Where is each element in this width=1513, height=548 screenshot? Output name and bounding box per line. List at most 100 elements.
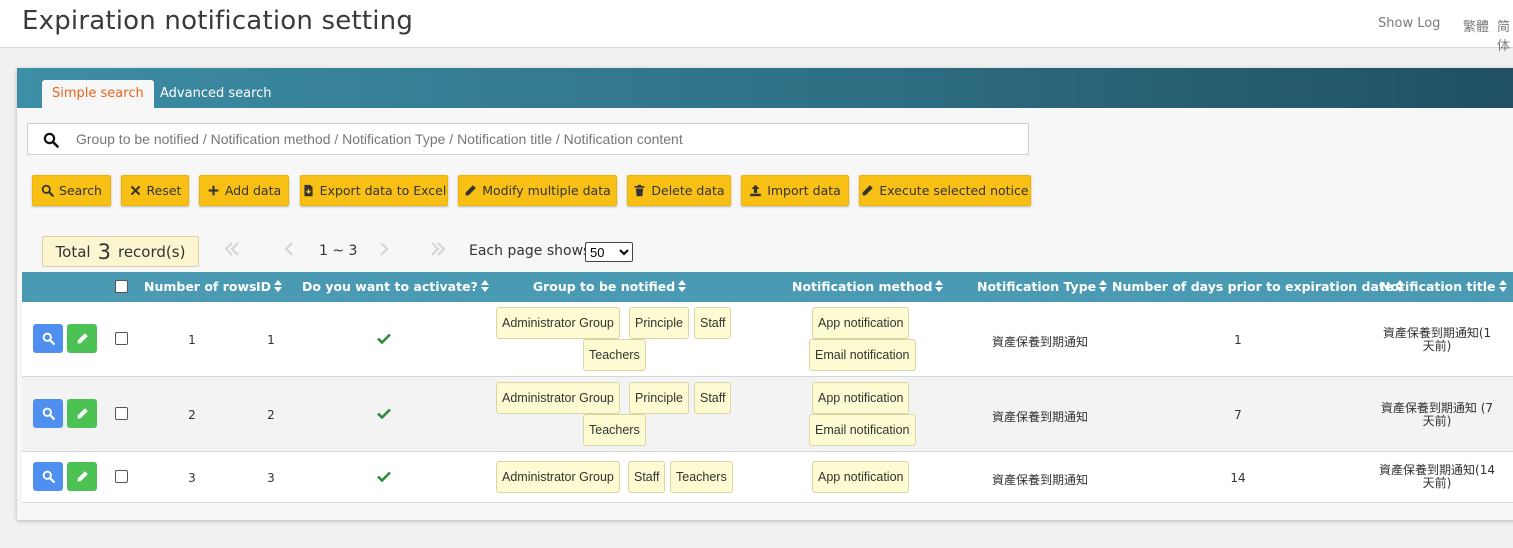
lang-traditional-link[interactable]: 繁體 bbox=[1463, 16, 1489, 35]
modify-multiple-button-label: Modify multiple data bbox=[482, 183, 611, 198]
export-excel-button[interactable]: Export data to Excel bbox=[300, 175, 448, 206]
chevron-right-icon bbox=[380, 242, 389, 256]
main-panel: Simple search Advanced search Search Res… bbox=[17, 68, 1513, 520]
pencil-icon bbox=[863, 185, 874, 196]
check-icon bbox=[377, 333, 391, 344]
tab-simple-search[interactable]: Simple search bbox=[42, 80, 154, 108]
col-header-id[interactable]: ID bbox=[252, 272, 286, 302]
total-suffix: record(s) bbox=[117, 242, 186, 261]
group-tag: Staff bbox=[694, 382, 732, 414]
page-size-select[interactable]: 50 bbox=[585, 242, 633, 262]
search-button[interactable]: Search bbox=[32, 175, 111, 206]
group-tag: Principle bbox=[629, 382, 689, 414]
x-icon bbox=[130, 185, 140, 196]
reset-button-label: Reset bbox=[146, 183, 182, 198]
group-tag: Administrator Group bbox=[496, 307, 620, 339]
last-page-button[interactable] bbox=[421, 234, 455, 264]
lang-simplified-link[interactable]: 简体 bbox=[1497, 16, 1513, 54]
col-header-row-number[interactable]: Number of rows bbox=[144, 272, 256, 302]
magnifier-icon bbox=[41, 184, 54, 197]
method-tag: App notification bbox=[812, 382, 910, 414]
group-tag: Administrator Group bbox=[496, 382, 620, 414]
reset-button[interactable]: Reset bbox=[121, 175, 189, 206]
group-tag: Principle bbox=[629, 307, 689, 339]
edit-button[interactable] bbox=[67, 462, 97, 491]
trash-icon bbox=[635, 184, 645, 197]
col-header-title[interactable]: Notification title bbox=[1380, 272, 1507, 302]
type-cell: 資產保養到期通知 bbox=[991, 410, 1088, 424]
search-tab-bar: Simple search Advanced search bbox=[17, 68, 1513, 108]
edit-button[interactable] bbox=[67, 399, 97, 428]
next-page-button[interactable] bbox=[367, 234, 401, 264]
magnifier-icon bbox=[42, 407, 55, 420]
group-tag: Teachers bbox=[583, 414, 646, 446]
check-icon bbox=[377, 408, 391, 419]
total-prefix: Total bbox=[55, 242, 91, 261]
pencil-icon bbox=[77, 471, 88, 482]
row-checkbox[interactable] bbox=[115, 470, 128, 483]
col-header-type[interactable]: Notification Type bbox=[977, 272, 1108, 302]
method-tag: App notification bbox=[812, 307, 910, 339]
execute-notice-button-label: Execute selected notice bbox=[879, 183, 1029, 198]
col-header-days[interactable]: Number of days prior to expiration date bbox=[1112, 272, 1405, 302]
first-page-button[interactable] bbox=[215, 234, 249, 264]
prev-page-button[interactable] bbox=[272, 234, 306, 264]
show-log-link[interactable]: Show Log bbox=[1378, 16, 1440, 31]
import-data-button[interactable]: Import data bbox=[741, 175, 849, 206]
group-tag: Teachers bbox=[583, 339, 646, 371]
col-header-group[interactable]: Group to be notified bbox=[532, 272, 687, 302]
row-number-cell: 1 bbox=[188, 333, 196, 347]
table-row: 2 2 Administrator Group Principle Staff … bbox=[22, 377, 1513, 452]
col-header-method[interactable]: Notification method bbox=[792, 272, 944, 302]
sort-icon bbox=[274, 280, 283, 292]
search-button-label: Search bbox=[59, 183, 102, 198]
col-label: Number of days prior to expiration date bbox=[1112, 279, 1394, 294]
double-chevron-right-icon bbox=[431, 242, 446, 256]
id-cell: 3 bbox=[267, 471, 275, 485]
group-tag: Staff bbox=[694, 307, 732, 339]
modify-multiple-button[interactable]: Modify multiple data bbox=[458, 175, 617, 206]
col-label: Group to be notified bbox=[532, 279, 676, 294]
edit-button[interactable] bbox=[67, 324, 97, 353]
group-tag: Teachers bbox=[670, 461, 733, 493]
select-all-checkbox[interactable] bbox=[115, 280, 128, 293]
pencil-icon bbox=[77, 408, 88, 419]
view-button[interactable] bbox=[33, 324, 63, 353]
chevron-left-icon bbox=[284, 242, 293, 256]
method-tag: Email notification bbox=[809, 414, 916, 446]
add-data-button[interactable]: Add data bbox=[199, 175, 289, 206]
check-icon bbox=[377, 471, 391, 482]
tab-advanced-search[interactable]: Advanced search bbox=[150, 80, 282, 108]
title-cell: 資產保養到期通知(1天前) bbox=[1382, 326, 1492, 353]
col-header-activate[interactable]: Do you want to activate? bbox=[302, 272, 489, 302]
pencil-icon bbox=[465, 185, 476, 196]
export-excel-button-label: Export data to Excel bbox=[319, 183, 447, 198]
group-tag: Administrator Group bbox=[496, 461, 620, 493]
col-label: Notification Type bbox=[977, 279, 1097, 294]
delete-data-button[interactable]: Delete data bbox=[627, 175, 731, 206]
search-box bbox=[27, 123, 1029, 155]
row-number-cell: 2 bbox=[188, 408, 196, 422]
days-cell: 7 bbox=[1234, 408, 1242, 422]
title-cell: 資產保養到期通知 (7天前) bbox=[1380, 401, 1494, 428]
magnifier-icon bbox=[42, 470, 55, 483]
group-tag: Staff bbox=[628, 461, 666, 493]
col-label: Do you want to activate? bbox=[302, 279, 478, 294]
sort-icon bbox=[480, 280, 489, 292]
row-checkbox[interactable] bbox=[115, 407, 128, 420]
view-button[interactable] bbox=[33, 462, 63, 491]
id-cell: 1 bbox=[267, 333, 275, 347]
sort-icon bbox=[1498, 280, 1507, 292]
add-data-button-label: Add data bbox=[224, 183, 282, 198]
col-label: Number of rows bbox=[144, 279, 257, 294]
search-input[interactable] bbox=[76, 124, 1016, 154]
col-label: ID bbox=[255, 279, 272, 294]
view-button[interactable] bbox=[33, 399, 63, 428]
page-header: Expiration notification setting Show Log… bbox=[0, 0, 1513, 54]
row-checkbox[interactable] bbox=[115, 332, 128, 345]
each-page-label: Each page shows: bbox=[469, 243, 596, 259]
days-cell: 1 bbox=[1234, 333, 1242, 347]
file-download-icon bbox=[304, 184, 313, 197]
execute-notice-button[interactable]: Execute selected notice bbox=[859, 175, 1031, 206]
magnifier-icon bbox=[42, 332, 55, 345]
